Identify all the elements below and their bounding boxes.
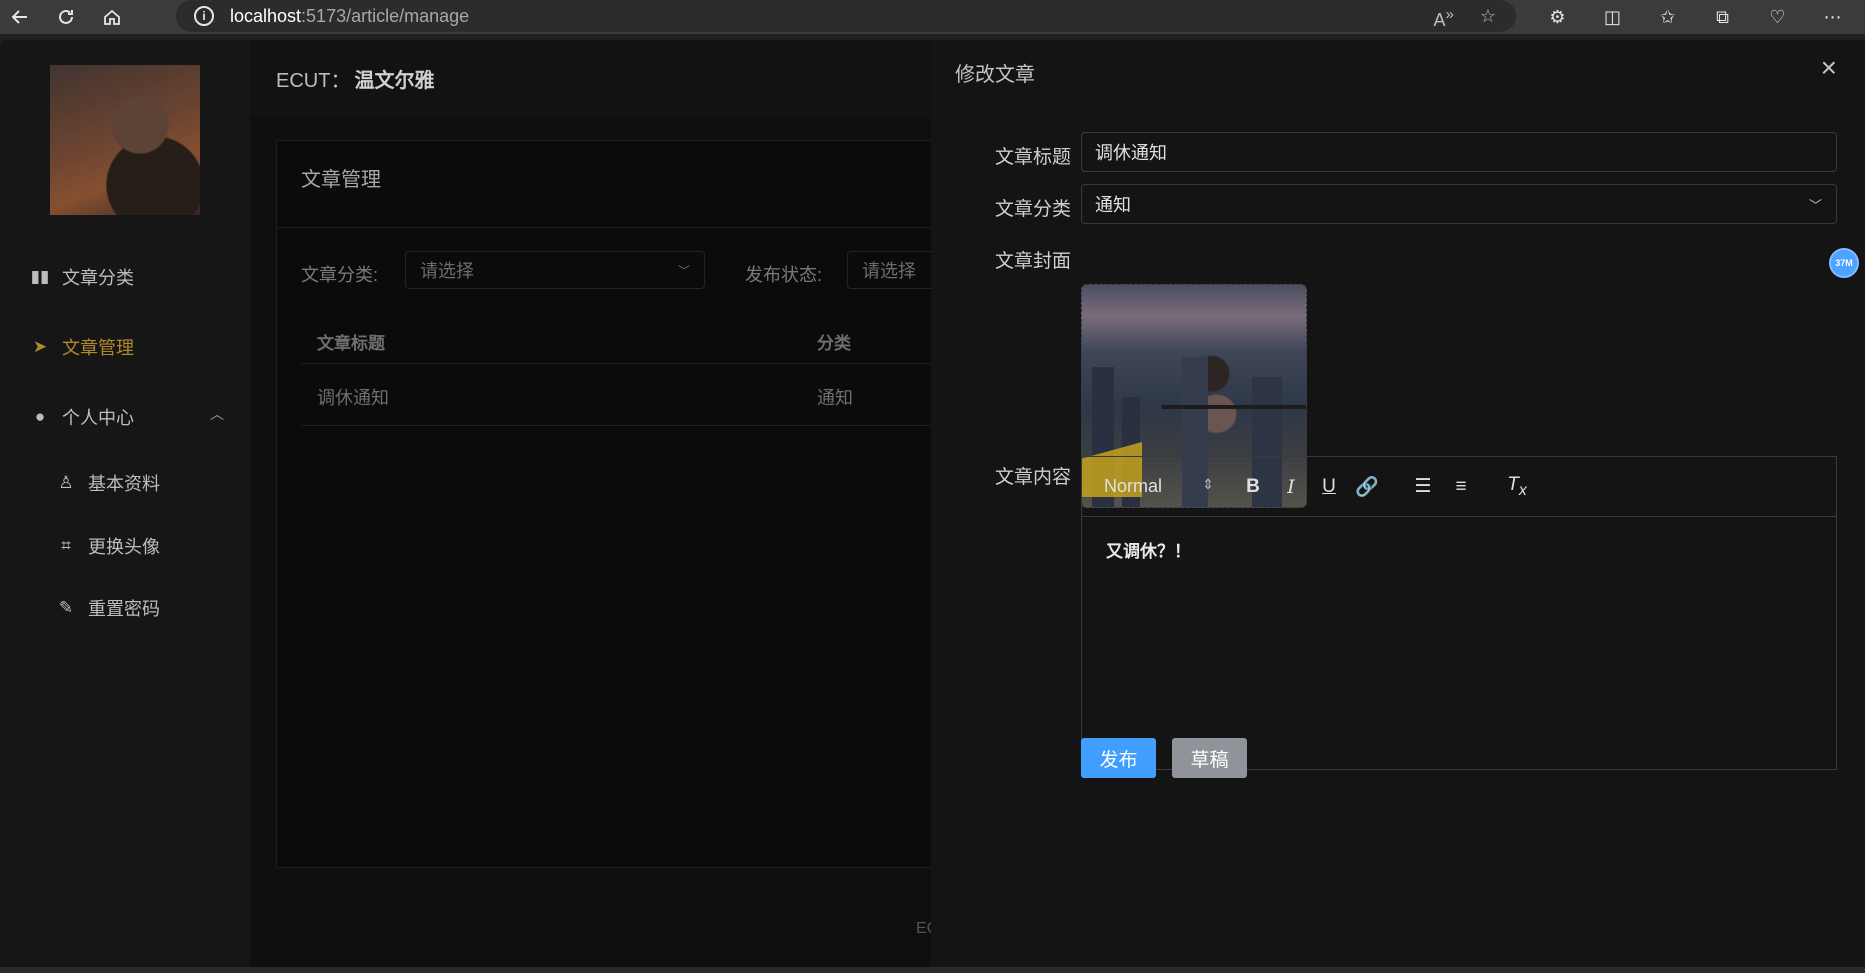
sidebar-subitem-label: 重置密码 (88, 599, 160, 619)
browser-toolbar: i localhost :5173/article/manage A» ☆ ⚙ … (0, 0, 1865, 34)
italic-icon[interactable]: I (1272, 476, 1310, 498)
divider (301, 425, 977, 426)
ordered-list-icon[interactable]: ☰ (1404, 475, 1442, 498)
floating-badge[interactable]: 37M (1829, 248, 1859, 278)
filter-category-label: 文章分类: (301, 265, 379, 285)
health-icon[interactable]: ♡ (1750, 7, 1805, 28)
table-cell-title: 调休通知 (317, 388, 389, 408)
header-prefix: ECUT： (276, 69, 351, 92)
chevron-down-icon: ﹀ (1808, 197, 1822, 213)
sidebar-subitem-password[interactable]: ✎ 重置密码 (56, 595, 160, 621)
split-screen-icon[interactable]: ◫ (1585, 7, 1640, 28)
column-header-category: 分类 (817, 334, 851, 353)
draft-button[interactable]: 草稿 (1172, 738, 1247, 778)
article-manage-card: 文章管理 文章分类: 请选择 ﹀ 发布状态: 请选择 文章标题 分类 调休通知 … (276, 140, 1007, 868)
sidebar-item-label: 个人中心 (62, 408, 134, 428)
editor-content[interactable]: 又调休？！ (1106, 537, 1191, 562)
bold-icon[interactable]: B (1234, 476, 1272, 498)
filter-status-label: 发布状态: (745, 265, 823, 285)
category-select[interactable]: 通知 ﹀ (1081, 184, 1837, 224)
format-select[interactable]: Normal ⇕ (1104, 476, 1214, 497)
category-select-value: 通知 (1095, 195, 1131, 215)
send-icon: ➤ (32, 337, 48, 356)
title-input[interactable]: 调休通知 (1081, 132, 1837, 172)
sidebar-item-category[interactable]: ▮▮ 文章分类 (30, 264, 134, 290)
more-icon[interactable]: ⋯ (1805, 7, 1860, 28)
read-aloud-icon[interactable]: A» (1434, 6, 1454, 31)
sidebar-item-label: 文章分类 (62, 268, 134, 288)
sidebar-item-user-center[interactable]: ● 个人中心 (30, 404, 134, 430)
refresh-icon[interactable] (46, 0, 86, 34)
crop-icon: ⌗ (61, 536, 71, 555)
card-title: 文章管理 (301, 169, 381, 191)
editor-toolbar: Normal ⇕ B I U 🔗 ☰ ≡ Tx (1082, 457, 1836, 517)
address-bar[interactable]: i localhost :5173/article/manage A» ☆ (176, 0, 1516, 32)
avatar (50, 65, 200, 215)
extensions-icon[interactable]: ⚙ (1530, 7, 1585, 28)
user-icon: ● (34, 407, 46, 426)
edit-icon: ✎ (58, 598, 74, 617)
divider (301, 363, 977, 364)
header-username: 温文尔雅 (354, 69, 435, 92)
sidebar-subitem-label: 基本资料 (88, 474, 160, 494)
select-placeholder: 请选择 (862, 261, 916, 281)
title-input-value: 调休通知 (1095, 143, 1167, 163)
url-path: :5173/article/manage (301, 5, 470, 26)
sort-icon: ⇕ (1202, 476, 1214, 492)
back-icon[interactable] (0, 0, 40, 34)
edit-article-drawer: 修改文章 × 文章标题 调休通知 文章分类 通知 ﹀ 文章封面 文章内容 Nor… (931, 40, 1865, 967)
rich-text-editor[interactable]: Normal ⇕ B I U 🔗 ☰ ≡ Tx 又调休？！ (1081, 456, 1837, 770)
chevron-up-icon[interactable]: ︿ (210, 404, 224, 424)
divider (0, 967, 1865, 973)
underline-icon[interactable]: U (1310, 476, 1348, 498)
favorites-icon[interactable]: ✩ (1640, 7, 1695, 28)
cover-label: 文章封面 (995, 251, 1072, 272)
filter-category-select[interactable]: 请选择 ﹀ (405, 251, 705, 289)
bullet-list-icon[interactable]: ≡ (1442, 476, 1480, 498)
info-icon[interactable]: i (194, 6, 214, 26)
sidebar-subitem-label: 更换头像 (88, 537, 160, 557)
favorite-star-icon[interactable]: ☆ (1480, 6, 1496, 31)
drawer-title: 修改文章 (955, 64, 1035, 86)
select-placeholder: 请选择 (420, 261, 474, 281)
user-outline-icon: ♙ (58, 473, 74, 492)
divider (277, 227, 975, 228)
sidebar-item-label: 文章管理 (62, 338, 134, 358)
sidebar-subitem-profile[interactable]: ♙ 基本资料 (56, 470, 160, 496)
url-host: localhost (230, 5, 302, 26)
clear-format-icon[interactable]: Tx (1498, 474, 1536, 500)
sidebar-subitem-avatar[interactable]: ⌗ 更换头像 (56, 533, 160, 559)
chevron-down-icon: ﹀ (677, 263, 690, 278)
collections-icon[interactable]: ⧉ (1695, 7, 1750, 28)
column-header-title: 文章标题 (317, 334, 385, 353)
format-select-value: Normal (1104, 476, 1163, 496)
publish-button[interactable]: 发布 (1081, 738, 1156, 778)
close-icon[interactable]: × (1821, 54, 1837, 82)
home-icon[interactable] (92, 0, 132, 34)
sidebar: ▮▮ 文章分类 ➤ 文章管理 ● 个人中心 ︿ ♙ 基本资料 ⌗ 更换头像 ✎ … (0, 40, 250, 967)
book-icon: ▮▮ (30, 267, 50, 286)
sidebar-item-article-manage[interactable]: ➤ 文章管理 (30, 334, 134, 360)
link-icon[interactable]: 🔗 (1348, 475, 1386, 499)
table-cell-category: 通知 (817, 388, 853, 408)
cover-art (1162, 405, 1306, 409)
